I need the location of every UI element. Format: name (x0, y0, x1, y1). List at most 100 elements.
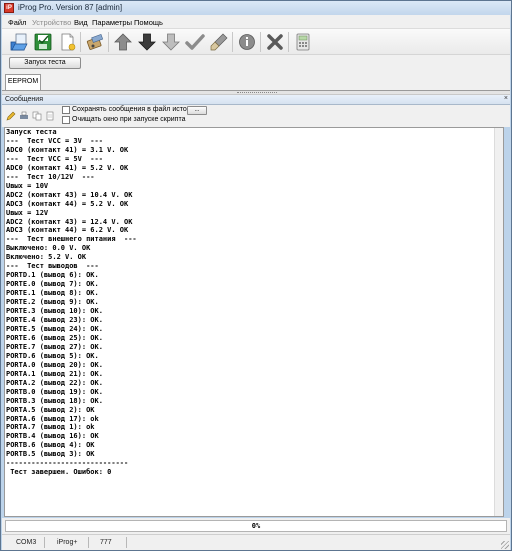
status-bar: COM3 iProg+ 777 (2, 534, 510, 550)
info-icon (239, 34, 255, 50)
log-line: ADC0 (контакт 41) = 5.2 V. OK (6, 163, 129, 172)
log-line: ADC3 (контакт 44) = 5.2 V. OK (6, 199, 129, 208)
log-line: PORTB.3 (вывод 18): OK. (6, 396, 103, 405)
log-line: Uвых = 10V (6, 181, 49, 190)
open-button[interactable] (8, 31, 30, 53)
log-line: PORTA.7 (вывод 1): ok (6, 423, 95, 432)
progress-row: 0% (2, 518, 510, 534)
window-title: iProg Pro. Version 87 [admin] (18, 3, 123, 12)
log-line: PORTE.7 (вывод 27): OK. (6, 342, 103, 351)
log-line: PORTB.6 (вывод 4): OK (6, 441, 95, 450)
log-line: Выключено: 0.0 V. OK (6, 244, 91, 253)
arrow-down-outline-icon (162, 33, 180, 51)
cancel-x-icon (267, 34, 283, 50)
log-line: ----------------------------- (6, 459, 129, 468)
message-log[interactable]: Запуск теста --- Тест VCC = 3V --- ADC0 (к… (4, 127, 504, 517)
menu-settings[interactable]: Параметры (92, 18, 132, 27)
log-line: --- Тест 10/12V --- (6, 172, 95, 181)
calculator-button[interactable] (292, 31, 314, 53)
messages-panel-title: Сообщения (5, 96, 43, 103)
arrow-down-icon (138, 33, 156, 51)
log-line: PORTE.2 (вывод 9): OK. (6, 298, 99, 307)
erase-button[interactable] (208, 31, 230, 53)
log-line: PORTA.1 (вывод 21): OK. (6, 369, 103, 378)
log-line: PORTA.0 (вывод 20): OK. (6, 360, 103, 369)
log-line: Uвых = 12V (6, 208, 49, 217)
close-icon[interactable]: × (504, 95, 508, 102)
browse-history-button[interactable]: ... (187, 106, 207, 115)
run-test-button[interactable]: Запуск теста (9, 57, 81, 69)
app-logo-icon: iP (4, 3, 14, 13)
status-separator (126, 537, 127, 548)
save-icon (34, 33, 52, 51)
splitter-grip-icon (237, 92, 277, 94)
tab-eeprom[interactable]: EEPROM (5, 74, 41, 90)
log-line: --- Тест VCC = 3V --- (6, 136, 103, 145)
status-separator (44, 537, 45, 548)
stop-button[interactable] (264, 31, 286, 53)
calculator-icon (296, 33, 310, 51)
verify-button[interactable] (184, 31, 206, 53)
app-window: iP iProg Pro. Version 87 [admin] Файл Ус… (0, 0, 512, 551)
log-line: PORTE.4 (вывод 23): OK. (6, 316, 103, 325)
log-line: PORTB.4 (вывод 16): OK (6, 432, 99, 441)
log-line: PORTE.0 (вывод 7): OK. (6, 280, 99, 289)
chip-tools-icon (86, 34, 104, 50)
log-line: PORTB.0 (вывод 19): OK. (6, 387, 103, 396)
toolbar-separator (260, 32, 261, 52)
toolbar-separator (108, 32, 109, 52)
log-line: --- Тест внешнего питания --- (6, 235, 137, 244)
log-line: --- Тест выводов --- (6, 262, 99, 271)
log-line: Запуск теста (6, 128, 57, 136)
save-button[interactable] (32, 31, 54, 53)
log-line: --- Тест VCC = 5V --- (6, 154, 103, 163)
clear-on-run-checkbox[interactable] (62, 116, 70, 124)
menu-bar: Файл Устройство Вид Параметры Помощь (2, 15, 510, 29)
progress-label: 0% (251, 522, 261, 530)
status-port: COM3 (16, 539, 37, 546)
menu-device[interactable]: Устройство (32, 18, 71, 27)
read-button[interactable] (112, 31, 134, 53)
toolbar-separator (288, 32, 289, 52)
print-icon[interactable] (19, 111, 29, 121)
copy-icon[interactable] (32, 111, 42, 121)
resize-grip-icon[interactable] (501, 541, 509, 549)
chip-tools-button[interactable] (84, 31, 106, 53)
log-line: PORTA.6 (вывод 17): ok (6, 414, 99, 423)
log-line: PORTB.5 (вывод 3): OK (6, 450, 95, 459)
info-button[interactable] (236, 31, 258, 53)
messages-panel-header: Сообщения × (2, 95, 510, 105)
write-button[interactable] (136, 31, 158, 53)
log-line: PORTA.2 (вывод 22): OK. (6, 378, 103, 387)
log-line: Включено: 5.2 V. OK (6, 253, 87, 262)
verify-write-button[interactable] (160, 31, 182, 53)
log-line: PORTD.6 (вывод 5): OK. (6, 351, 99, 360)
new-file-button[interactable] (56, 31, 78, 53)
tab-strip: EEPROM (2, 71, 510, 91)
menu-help[interactable]: Помощь (134, 18, 163, 27)
new-file-icon (61, 33, 76, 51)
status-device: iProg+ (57, 539, 78, 546)
toolbar-separator (80, 32, 81, 52)
log-line: Тест завершен. Ошибок: 0 (6, 468, 112, 477)
log-line: ADC2 (контакт 43) = 12.4 V. OK (6, 217, 133, 226)
menu-view[interactable]: Вид (74, 18, 88, 27)
title-bar[interactable]: iP iProg Pro. Version 87 [admin] (1, 1, 511, 15)
pencil-icon[interactable] (6, 111, 16, 121)
action-row: Запуск теста (2, 55, 510, 71)
log-scrollbar[interactable] (494, 128, 503, 516)
log-line: ADC3 (контакт 44) = 6.2 V. OK (6, 226, 129, 235)
open-icon (10, 33, 28, 51)
log-line: PORTE.5 (вывод 24): OK. (6, 324, 103, 333)
log-line: PORTE.1 (вывод 8): OK. (6, 289, 99, 298)
messages-options: Сохранять сообщения в файл истории ... О… (2, 105, 510, 127)
progress-bar: 0% (5, 520, 507, 532)
status-separator (88, 537, 89, 548)
save-history-label: Сохранять сообщения в файл истории (72, 106, 199, 113)
checkmark-icon (185, 34, 205, 50)
clear-log-icon[interactable] (45, 111, 55, 121)
log-line: PORTE.6 (вывод 25): OK. (6, 333, 103, 342)
menu-file[interactable]: Файл (8, 18, 26, 27)
save-history-checkbox[interactable] (62, 106, 70, 114)
erase-brush-icon (210, 33, 228, 51)
